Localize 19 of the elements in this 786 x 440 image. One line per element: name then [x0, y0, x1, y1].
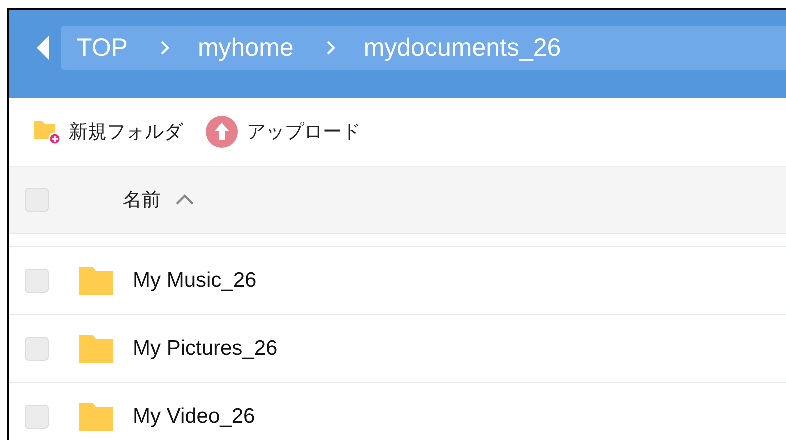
checkbox[interactable] [25, 404, 49, 428]
checkbox[interactable] [25, 268, 49, 292]
file-name[interactable]: My Video_26 [133, 404, 256, 428]
upload-icon [205, 115, 239, 149]
sort-ascending-icon[interactable] [175, 194, 195, 206]
file-name[interactable]: My Music_26 [133, 268, 257, 292]
chevron-right-icon [326, 40, 336, 56]
checkbox[interactable] [25, 336, 49, 360]
folder-icon [79, 334, 113, 362]
checkbox[interactable] [25, 188, 49, 212]
chevron-right-icon [160, 40, 170, 56]
new-folder-button[interactable]: 新規フォルダ [33, 119, 183, 145]
file-name[interactable]: My Pictures_26 [133, 336, 278, 360]
back-arrow-icon[interactable] [37, 36, 49, 60]
column-header[interactable]: 名前 [123, 187, 161, 213]
folder-icon [79, 266, 113, 294]
folder-icon [79, 402, 113, 430]
folder-plus-icon [33, 119, 61, 145]
upload-button[interactable]: アップロード [205, 115, 361, 149]
